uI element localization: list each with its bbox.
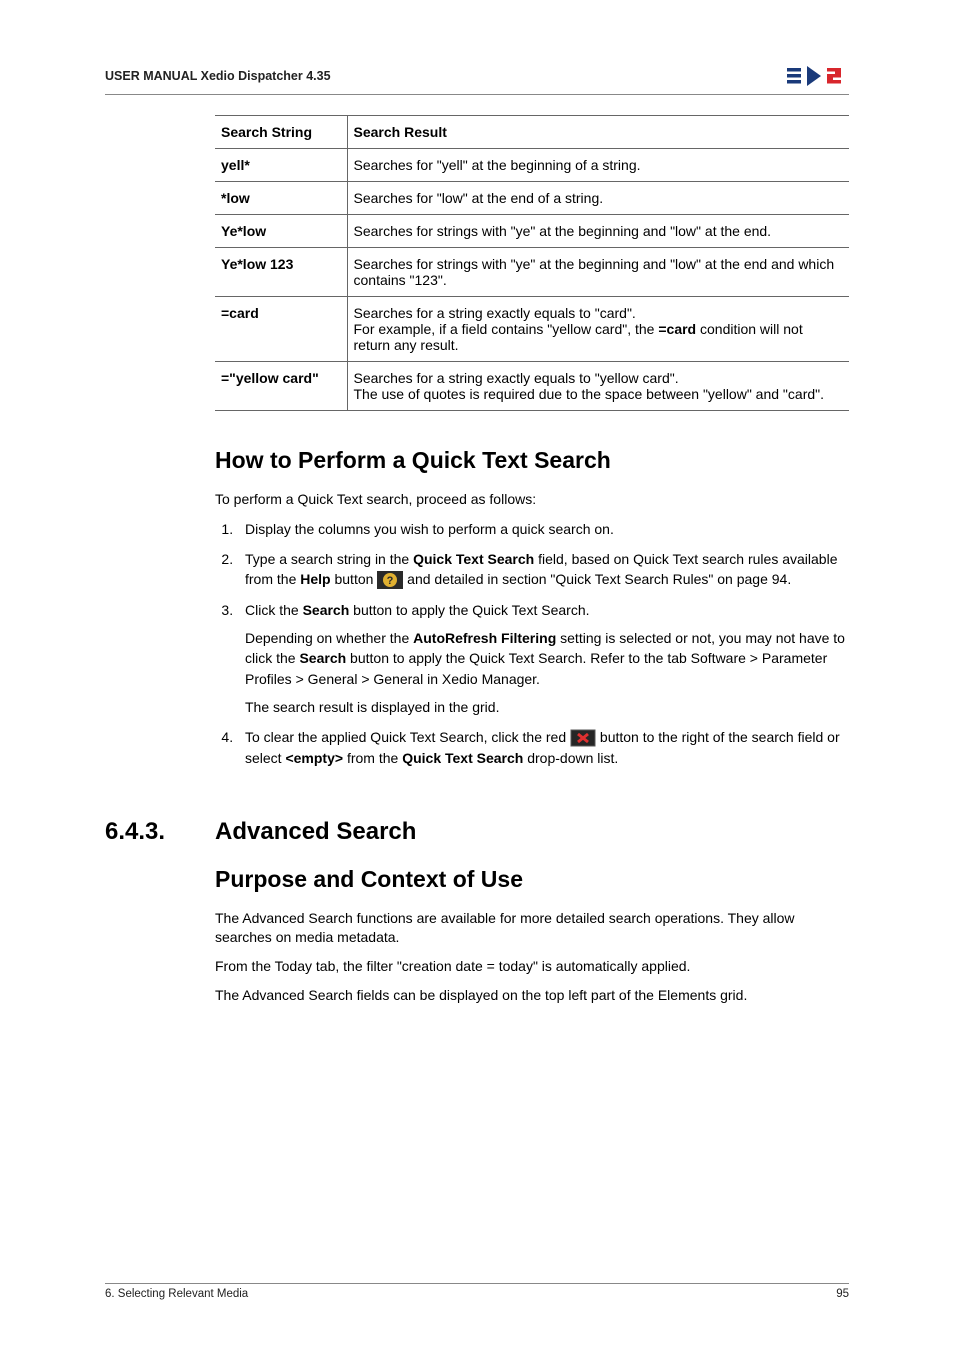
table-cell-string: Ye*low <box>215 215 347 248</box>
table-cell-result: Searches for "yell" at the beginning of … <box>347 149 849 182</box>
table-cell-string: *low <box>215 182 347 215</box>
section-number: 6.4.3. <box>105 818 215 846</box>
table-row: Ye*low Searches for strings with "ye" at… <box>215 215 849 248</box>
purpose-heading: Purpose and Context of Use <box>215 866 849 893</box>
purpose-paragraph: The Advanced Search functions are availa… <box>215 909 849 947</box>
text: button <box>331 571 378 587</box>
table-row: ="yellow card" Searches for a string exa… <box>215 362 849 411</box>
page-header: USER MANUAL Xedio Dispatcher 4.35 <box>105 62 849 95</box>
footer-page-number: 95 <box>836 1288 849 1300</box>
table-cell-result: Searches for strings with "ye" at the be… <box>347 215 849 248</box>
table-row: Ye*low 123 Searches for strings with "ye… <box>215 248 849 297</box>
table-cell-string: yell* <box>215 149 347 182</box>
step-item: Display the columns you wish to perform … <box>237 519 849 539</box>
bold-text: AutoRefresh Filtering <box>413 630 556 646</box>
howto-intro: To perform a Quick Text search, proceed … <box>215 490 849 509</box>
step-subtext: The search result is displayed in the gr… <box>245 697 849 717</box>
step-item: Type a search string in the Quick Text S… <box>237 549 849 590</box>
text: The use of quotes is required due to the… <box>354 386 825 402</box>
step-item: Click the Search button to apply the Qui… <box>237 600 849 717</box>
table-row: =card Searches for a string exactly equa… <box>215 297 849 362</box>
help-icon: ? <box>377 571 403 589</box>
text: and detailed in section "Quick Text Sear… <box>403 571 791 587</box>
section-heading-row: 6.4.3. Advanced Search <box>105 818 849 846</box>
step-text: Display the columns you wish to perform … <box>245 521 614 537</box>
step-subtext: Depending on whether the AutoRefresh Fil… <box>245 628 849 689</box>
table-cell-string: ="yellow card" <box>215 362 347 411</box>
table-cell-result: Searches for "low" at the end of a strin… <box>347 182 849 215</box>
howto-steps: Display the columns you wish to perform … <box>237 519 849 768</box>
bold-text: <empty> <box>285 750 343 766</box>
bold-text: =card <box>658 321 696 337</box>
howto-heading: How to Perform a Quick Text Search <box>215 447 849 474</box>
table-row: yell* Searches for "yell" at the beginni… <box>215 149 849 182</box>
purpose-paragraph: From the Today tab, the filter "creation… <box>215 957 849 976</box>
text: from the <box>343 750 402 766</box>
bold-text: Quick Text Search <box>402 750 523 766</box>
text: Type a search string in the <box>245 551 413 567</box>
table-cell-result: Searches for a string exactly equals to … <box>347 362 849 411</box>
purpose-paragraph: The Advanced Search fields can be displa… <box>215 986 849 1005</box>
table-header-row: Search String Search Result <box>215 116 849 149</box>
text: For example, if a field contains "yellow… <box>354 321 659 337</box>
section-title: Advanced Search <box>215 818 416 846</box>
bold-text: Search <box>303 602 350 618</box>
table-cell-string: Ye*low 123 <box>215 248 347 297</box>
text: drop-down list. <box>523 750 618 766</box>
text: Searches for a string exactly equals to … <box>354 305 636 321</box>
text: Click the <box>245 602 303 618</box>
header-title: USER MANUAL Xedio Dispatcher 4.35 <box>105 69 331 83</box>
footer-chapter: 6. Selecting Relevant Media <box>105 1288 248 1300</box>
text: Searches for a string exactly equals to … <box>354 370 679 386</box>
bold-text: Search <box>299 650 346 666</box>
close-icon <box>570 729 596 747</box>
bold-text: Help <box>300 571 330 587</box>
text: Depending on whether the <box>245 630 413 646</box>
evs-logo <box>787 62 849 90</box>
table-cell-string: =card <box>215 297 347 362</box>
text: button to apply the Quick Text Search. <box>349 602 589 618</box>
search-string-table: Search String Search Result yell* Search… <box>215 115 849 411</box>
table-header-search-string: Search String <box>215 116 347 149</box>
step-item: To clear the applied Quick Text Search, … <box>237 727 849 768</box>
table-header-search-result: Search Result <box>347 116 849 149</box>
text: To clear the applied Quick Text Search, … <box>245 729 570 745</box>
table-cell-result: Searches for a string exactly equals to … <box>347 297 849 362</box>
page-footer: 6. Selecting Relevant Media 95 <box>105 1283 849 1300</box>
svg-text:?: ? <box>387 575 394 587</box>
bold-text: Quick Text Search <box>413 551 534 567</box>
table-cell-result: Searches for strings with "ye" at the be… <box>347 248 849 297</box>
table-row: *low Searches for "low" at the end of a … <box>215 182 849 215</box>
